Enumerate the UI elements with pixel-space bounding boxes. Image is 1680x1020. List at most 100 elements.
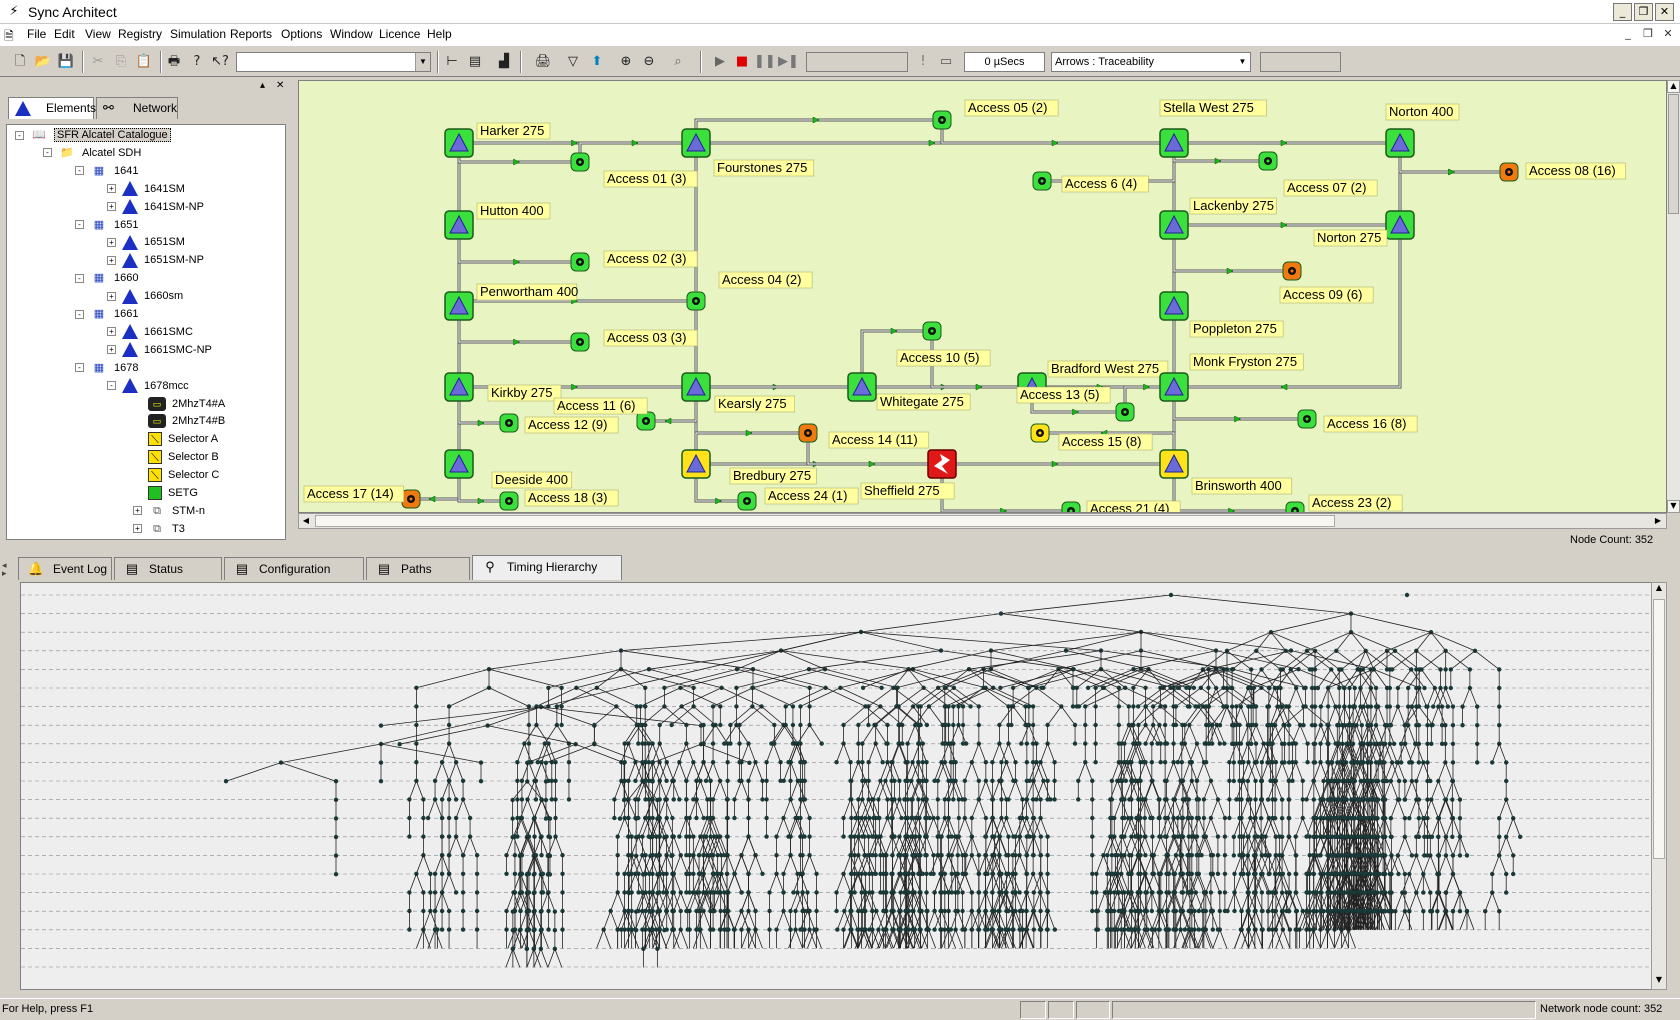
- timing-node[interactable]: [671, 797, 676, 802]
- timing-node[interactable]: [834, 908, 839, 914]
- timing-node[interactable]: [953, 927, 958, 932]
- window-icon[interactable]: ▭: [936, 52, 956, 72]
- printer-icon[interactable]: 🖨: [533, 52, 553, 72]
- timing-node[interactable]: [955, 890, 961, 895]
- panel-close-icon[interactable]: ✕: [276, 80, 284, 91]
- timing-node[interactable]: [874, 834, 879, 839]
- expand-icon[interactable]: -: [75, 363, 84, 373]
- menu-window[interactable]: Window: [330, 27, 373, 41]
- timing-node[interactable]: [1404, 592, 1410, 598]
- timing-node[interactable]: [927, 815, 932, 821]
- timing-node[interactable]: [932, 778, 937, 783]
- network-diagram[interactable]: Harker 275 Fourstones 275 Stella West 275 N…: [298, 80, 1667, 513]
- timing-node[interactable]: [932, 927, 937, 932]
- timing-node[interactable]: [948, 927, 954, 932]
- timing-node[interactable]: [1260, 908, 1265, 914]
- menu-reports[interactable]: Reports: [230, 27, 272, 41]
- timing-node[interactable]: [728, 741, 733, 746]
- timing-node[interactable]: [1071, 685, 1076, 690]
- timing-node[interactable]: [732, 815, 737, 821]
- timing-node[interactable]: [897, 834, 902, 839]
- timing-node[interactable]: [594, 685, 599, 690]
- open-icon[interactable]: 📂: [33, 52, 53, 72]
- tree-item[interactable]: ⟍ Selector C: [133, 467, 219, 484]
- network-node[interactable]: Access 21 (4): [1061, 500, 1181, 513]
- timing-node[interactable]: [883, 778, 888, 783]
- timing-node[interactable]: [636, 741, 641, 746]
- network-hscroll[interactable]: ◀ ▶: [298, 513, 1667, 529]
- tree-item[interactable]: - 1678mcc: [107, 378, 189, 395]
- timing-node[interactable]: [860, 685, 866, 690]
- timing-node[interactable]: [515, 834, 520, 839]
- tree-item[interactable]: - 📁 Alcatel SDH: [43, 145, 141, 162]
- timing-node[interactable]: [1189, 927, 1195, 932]
- timing-node[interactable]: [1203, 760, 1209, 765]
- timing-node[interactable]: [657, 778, 662, 783]
- timing-node[interactable]: [948, 778, 954, 783]
- timing-node[interactable]: [486, 685, 492, 690]
- timing-node[interactable]: [1070, 704, 1076, 709]
- timing-node[interactable]: [835, 927, 840, 932]
- tab-status-report[interactable]: ▤Status Report: [114, 557, 222, 598]
- timing-node[interactable]: [802, 760, 807, 765]
- timing-node[interactable]: [983, 778, 989, 783]
- timing-node[interactable]: [407, 834, 412, 839]
- timing-node[interactable]: [1108, 834, 1113, 839]
- scroll-left-icon[interactable]: ◀: [299, 514, 313, 528]
- network-node[interactable]: Access 23 (2): [1285, 494, 1403, 513]
- scroll-thumb[interactable]: [315, 515, 1335, 527]
- tree-item[interactable]: +1651SM-NP: [107, 252, 204, 269]
- timing-node[interactable]: [969, 834, 975, 839]
- tree-item[interactable]: + ⧉ STM-n: [133, 503, 205, 520]
- timing-node[interactable]: [798, 927, 803, 932]
- tree-item[interactable]: - ▦ 1678: [75, 360, 138, 377]
- timing-hierarchy-view[interactable]: [20, 582, 1660, 990]
- timing-node[interactable]: [1142, 834, 1148, 839]
- timing-node[interactable]: [1129, 927, 1134, 932]
- context-help-icon[interactable]: ↖?: [210, 52, 230, 72]
- timing-node[interactable]: [439, 927, 445, 932]
- network-node[interactable]: Access 02 (3): [570, 250, 698, 272]
- network-link[interactable]: [942, 460, 1174, 468]
- network-node[interactable]: Access 04 (2): [686, 271, 813, 311]
- network-node[interactable]: Access 18 (3): [499, 489, 619, 511]
- timing-node[interactable]: [1072, 741, 1078, 746]
- panel-restore-icon[interactable]: ▴: [260, 80, 265, 91]
- timing-node[interactable]: [1093, 760, 1098, 765]
- pause-icon[interactable]: ❚❚: [754, 52, 776, 72]
- timing-node[interactable]: [983, 834, 988, 839]
- find-icon[interactable]: ⌕: [668, 52, 688, 72]
- network-link[interactable]: [694, 116, 942, 143]
- timing-node[interactable]: [753, 927, 758, 932]
- timing-node[interactable]: [1241, 778, 1246, 783]
- timing-node[interactable]: [691, 797, 696, 802]
- timing-node[interactable]: [1076, 704, 1082, 709]
- zoom-in-icon[interactable]: ⊕: [616, 52, 636, 72]
- timing-node[interactable]: [1004, 853, 1009, 858]
- network-link[interactable]: [457, 143, 580, 166]
- timing-node[interactable]: [1135, 927, 1141, 932]
- timing-node[interactable]: [823, 685, 828, 690]
- timing-node[interactable]: [1003, 927, 1009, 932]
- expand-icon[interactable]: +: [107, 291, 116, 301]
- timing-node[interactable]: [841, 741, 846, 746]
- network-link[interactable]: [1398, 168, 1509, 225]
- timing-node[interactable]: [439, 890, 445, 895]
- network-node[interactable]: Access 24 (1): [737, 487, 859, 511]
- timing-node[interactable]: [425, 815, 431, 821]
- tab-scroll-right-icon[interactable]: ▸: [2, 569, 7, 579]
- timing-node[interactable]: [1232, 908, 1237, 914]
- network-link[interactable]: [1172, 387, 1307, 423]
- timing-node[interactable]: [1024, 853, 1030, 858]
- timing-node[interactable]: [983, 927, 988, 932]
- timing-node[interactable]: [870, 834, 875, 839]
- timing-node[interactable]: [880, 760, 885, 765]
- timing-node[interactable]: [1280, 927, 1286, 932]
- zoom-out-icon[interactable]: ⊖: [639, 52, 659, 72]
- timing-node[interactable]: [574, 685, 579, 690]
- timing-node[interactable]: [522, 741, 527, 746]
- timing-node[interactable]: [643, 908, 648, 914]
- network-node[interactable]: Access 09 (6): [1279, 261, 1374, 304]
- minimize-button[interactable]: _: [1613, 3, 1632, 21]
- timing-node[interactable]: [718, 722, 723, 728]
